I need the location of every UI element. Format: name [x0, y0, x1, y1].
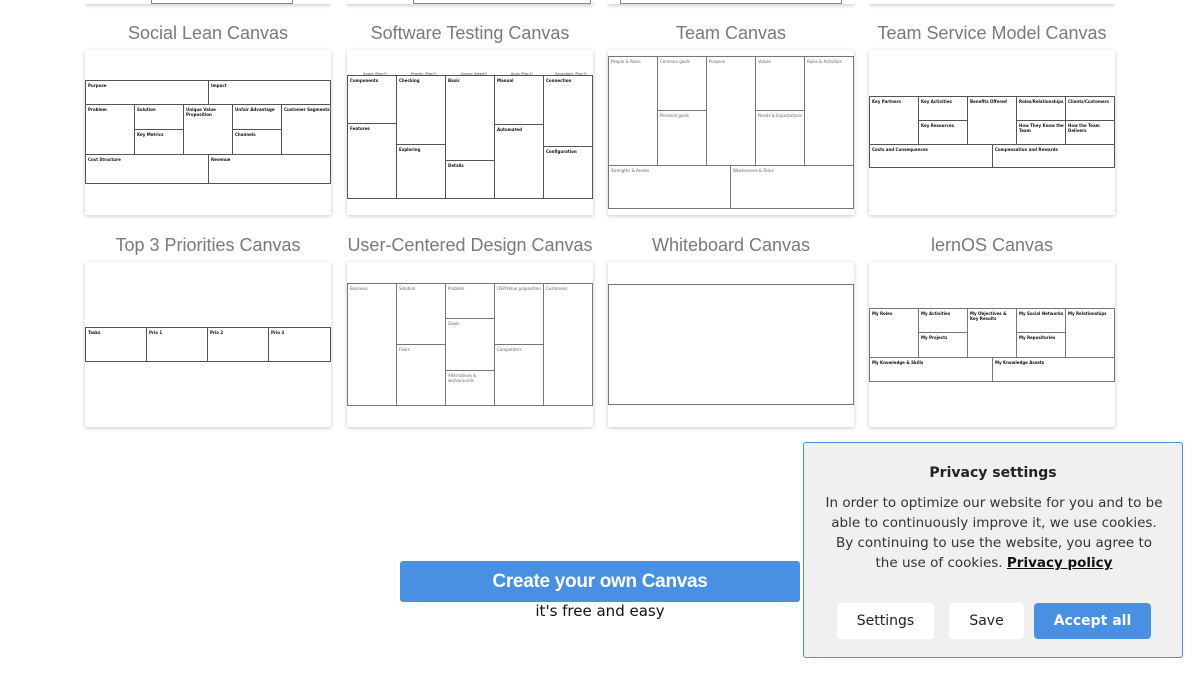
- canvas-thumbnail[interactable]: Business Solution Problem USP/Value prop…: [347, 262, 593, 427]
- cell-label: Competitors: [497, 347, 522, 352]
- cell-label: Key Resources: [921, 123, 954, 128]
- cell-label: Costs and Consequences: [872, 147, 928, 152]
- cell-label: Exploring: [399, 147, 421, 152]
- cell-label: Channels: [235, 132, 256, 137]
- cell-label: Connection: [546, 78, 572, 83]
- cell-label: Goals: [448, 321, 460, 326]
- cell-label: Basic: [448, 78, 460, 83]
- cell-label: Components: [350, 78, 379, 83]
- canvas-thumbnail[interactable]: [608, 262, 854, 427]
- cell-label: Prio 3: [271, 330, 285, 335]
- cell-label: How They Know the Team: [1019, 123, 1064, 133]
- cell-label: Prio 2: [210, 330, 224, 335]
- cell-label: Strengths & Assets: [611, 168, 650, 173]
- cell-label: Details: [448, 163, 464, 168]
- canvas-title[interactable]: Social Lean Canvas: [85, 22, 331, 44]
- cell-label: Purpose: [88, 83, 107, 88]
- cell-label: Solution: [137, 107, 156, 112]
- canvas-title[interactable]: User-Centered Design Canvas: [347, 234, 593, 256]
- canvas-title[interactable]: Top 3 Priorities Canvas: [85, 234, 331, 256]
- cell-label: Cost Structure: [88, 157, 121, 162]
- cell-label: Unfair Advantage: [235, 107, 275, 112]
- cell-label: Problem: [448, 286, 465, 291]
- canvas-thumbnail[interactable]: Tasks Prio 1 Prio 2 Prio 3: [85, 262, 331, 427]
- cell-label: Solution: [399, 286, 416, 291]
- thumbnail-cutoff[interactable]: [869, 0, 1115, 4]
- cell-label: My Social Networks: [1019, 311, 1064, 316]
- canvas-thumbnail[interactable]: People & Roles Common goals Purpose Valu…: [608, 50, 854, 215]
- cell-label: Key Partners: [872, 99, 902, 104]
- cell-label: Needs & Expectations: [758, 113, 803, 118]
- cell-label: Customer Segments: [284, 107, 330, 112]
- cell-label: Alternatives & workarounds: [448, 373, 477, 383]
- cell-label: Customers: [546, 286, 568, 291]
- cell-label: Unique Value Proposition: [186, 107, 216, 117]
- cell-label: Key Metrics: [137, 132, 164, 137]
- thumbnail-cutoff[interactable]: [85, 0, 331, 4]
- canvas-title[interactable]: Team Service Model Canvas: [869, 22, 1115, 44]
- cell-label: My Knowledge Assets: [995, 360, 1045, 365]
- settings-button[interactable]: Settings: [837, 603, 934, 639]
- cell-label: People & Roles: [611, 59, 641, 64]
- cell-label: Key Activities: [921, 99, 952, 104]
- save-button[interactable]: Save: [949, 603, 1024, 639]
- canvas-title[interactable]: lernOS Canvas: [869, 234, 1115, 256]
- cell-label: Fears: [399, 347, 410, 352]
- create-canvas-button[interactable]: Create your own Canvas: [400, 561, 800, 602]
- canvas-thumbnail[interactable]: Key Partners Key Activities Benefits Off…: [869, 50, 1115, 215]
- cell-label: Automated: [497, 127, 522, 132]
- cell-label: My Repositories: [1019, 335, 1056, 340]
- cell-label: Revenue: [211, 157, 231, 162]
- cell-label: Values: [758, 59, 772, 64]
- thumbnail-cutoff[interactable]: [608, 0, 854, 4]
- whiteboard-area: [608, 284, 854, 405]
- cell-label: My Activities: [921, 311, 951, 316]
- canvas-title[interactable]: Whiteboard Canvas: [608, 234, 854, 256]
- privacy-text: In order to optimize our website for you…: [824, 493, 1164, 573]
- canvas-title[interactable]: Team Canvas: [608, 22, 854, 44]
- cell-label: Roles/Relationships: [1019, 99, 1064, 104]
- cell-label: Compensation and Rewards: [995, 147, 1058, 152]
- cell-label: Tasks: [88, 330, 101, 335]
- cell-label: Benefits Offered: [970, 99, 1007, 104]
- cell-label: My Projects: [921, 335, 948, 340]
- cell-label: Personal goals: [660, 113, 689, 118]
- cell-label: My Roles: [872, 311, 893, 316]
- privacy-title: Privacy settings: [929, 465, 1057, 481]
- cell-label: Business: [350, 286, 368, 291]
- cell-label: My Objectives & Key Results: [970, 311, 1007, 321]
- cell-label: Features: [350, 126, 370, 131]
- accept-all-button[interactable]: Accept all: [1034, 603, 1151, 639]
- cell-label: Manual: [497, 78, 514, 83]
- cell-label: USP/Value proposition: [497, 286, 541, 291]
- cell-label: Prio 1: [149, 330, 163, 335]
- cell-label: My Relationships: [1068, 311, 1107, 316]
- cell-label: Common goals: [660, 59, 690, 64]
- cell-label: How the Team Delivers: [1068, 123, 1100, 133]
- cta-subtitle: it's free and easy: [535, 602, 665, 620]
- cell-label: Configuration: [546, 149, 577, 154]
- canvas-thumbnail[interactable]: Purpose Impact Problem Solution Unique V…: [85, 50, 331, 215]
- canvas-thumbnail[interactable]: Scope (Plan?) Priority (Plan?) Dunno (Ne…: [347, 50, 593, 215]
- cell-label: Problem: [88, 107, 107, 112]
- cell-label: Checking: [399, 78, 420, 83]
- canvas-title[interactable]: Software Testing Canvas: [347, 22, 593, 44]
- cell-label: Weaknesses & Risks: [733, 168, 774, 173]
- canvas-thumbnail[interactable]: My Roles My Activities My Objectives & K…: [869, 262, 1115, 427]
- privacy-policy-link[interactable]: Privacy policy: [1007, 555, 1113, 571]
- privacy-settings-dialog: Privacy settings In order to optimize ou…: [803, 442, 1183, 658]
- thumbnail-cutoff[interactable]: [347, 0, 593, 4]
- cell-label: Rules & Activities: [807, 59, 842, 64]
- cell-label: Impact: [211, 83, 227, 88]
- cell-label: Clients/Customers: [1068, 99, 1110, 104]
- cell-label: My Knowledge & Skills: [872, 360, 924, 365]
- cell-label: Purpose: [709, 59, 726, 64]
